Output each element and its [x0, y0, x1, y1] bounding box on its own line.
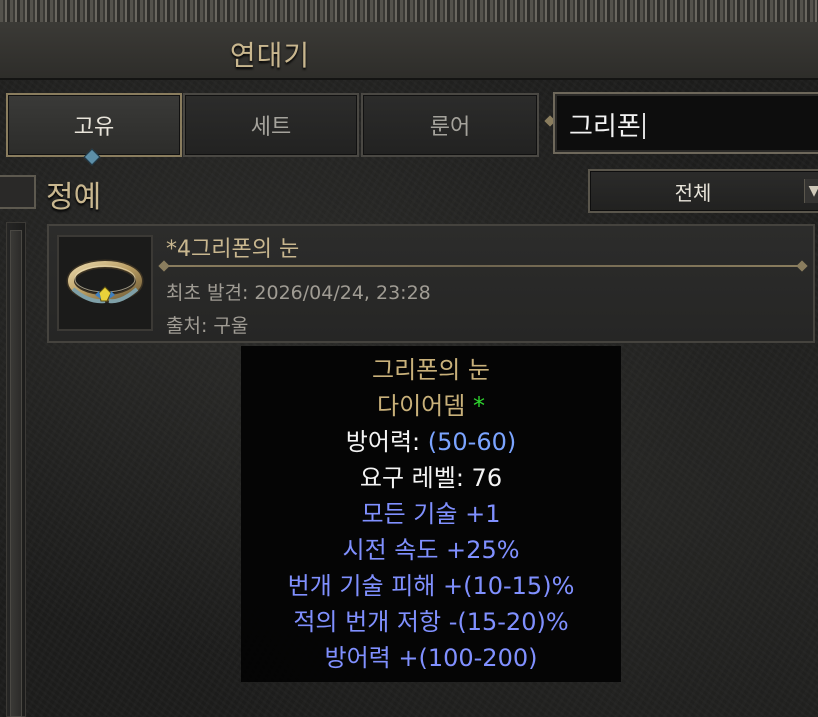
item-tooltip: 그리폰의 눈 다이어뎀 * 방어력: (50-60) 요구 레벨: 76 모든 …	[241, 346, 621, 682]
tooltip-mod: 적의 번개 저항 -(15-20)%	[293, 608, 569, 636]
chevron-down-icon[interactable]: ▼	[804, 179, 818, 203]
tooltip-base-type: 다이어뎀 *	[241, 388, 621, 424]
text-cursor	[642, 113, 645, 139]
diadem-icon-graphic	[66, 259, 144, 304]
chronicle-window: 연대기 고유 세트 룬어 그리폰 정예 전체 ▼ *4그리폰의 눈 최초 발견:…	[0, 0, 818, 717]
item-source: 출처: 구울	[166, 315, 249, 337]
tooltip-base-marker: *	[472, 392, 485, 420]
tab-unique[interactable]: 고유	[6, 93, 182, 157]
tab-runeword[interactable]: 룬어	[361, 93, 539, 157]
divider	[163, 265, 803, 267]
tooltip-required-level: 요구 레벨: 76	[359, 464, 503, 492]
item-first-found: 최초 발견: 2026/04/24, 23:28	[166, 282, 431, 304]
filter-dropdown[interactable]: 전체	[588, 169, 818, 213]
scrollbar-thumb[interactable]	[10, 230, 22, 717]
tooltip-item-name: 그리폰의 눈	[371, 356, 491, 384]
item-name: *4그리폰의 눈	[166, 237, 300, 262]
tooltip-defense-range: (50-60)	[427, 428, 517, 456]
filter-dropdown-value: 전체	[674, 180, 712, 205]
tab-set-label: 세트	[250, 115, 292, 140]
tab-set[interactable]: 세트	[183, 93, 359, 157]
list-item[interactable]	[47, 224, 815, 343]
group-title: 정예	[46, 180, 102, 215]
tooltip-mod: 시전 속도 +25%	[342, 536, 520, 564]
tab-unique-label: 고유	[73, 115, 115, 140]
group-toggle[interactable]	[0, 175, 36, 209]
diadem-icon	[57, 235, 153, 331]
tooltip-base-name: 다이어뎀	[377, 392, 466, 420]
tooltip-defense: 방어력: (50-60)	[241, 424, 621, 460]
search-input[interactable]: 그리폰	[553, 92, 818, 154]
tab-runeword-label: 룬어	[429, 115, 471, 140]
search-input-value: 그리폰	[569, 112, 641, 142]
tooltip-defense-label: 방어력:	[345, 428, 428, 456]
tooltip-mod: 번개 기술 피해 +(10-15)%	[287, 572, 575, 600]
window-top-border	[0, 0, 818, 24]
window-title: 연대기	[229, 39, 311, 72]
tooltip-mod: 모든 기술 +1	[361, 500, 501, 528]
tooltip-mod: 방어력 +(100-200)	[324, 644, 538, 672]
